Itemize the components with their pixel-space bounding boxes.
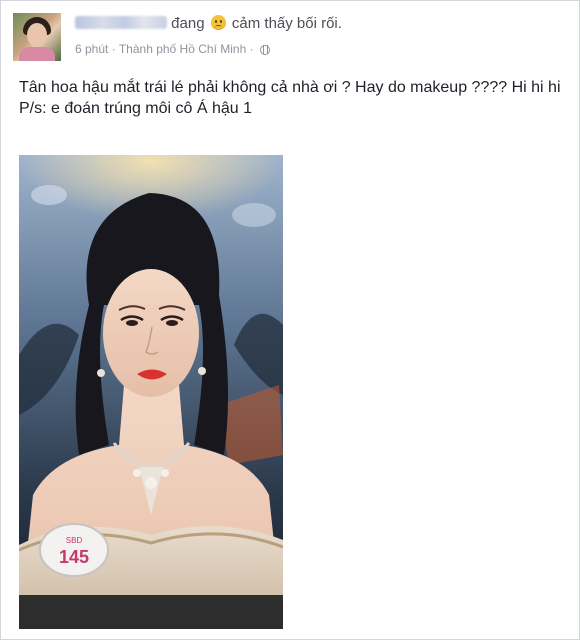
photo-illustration: SBD 145 bbox=[19, 155, 283, 629]
post-meta: 6 phút · Thành phố Hồ Chí Minh · bbox=[75, 42, 270, 56]
meta-separator: · bbox=[111, 42, 116, 56]
author-avatar[interactable] bbox=[13, 13, 61, 61]
sad-face-emoji-icon bbox=[210, 15, 226, 30]
feeling-text[interactable]: cảm thấy bối rối. bbox=[232, 15, 342, 32]
post-photo[interactable]: SBD 145 bbox=[19, 155, 283, 629]
status-word: đang bbox=[171, 15, 205, 32]
author-name-blurred[interactable] bbox=[75, 16, 167, 29]
post-text-line-1: Tân hoa hậu mắt trái lé phải không cả nh… bbox=[19, 79, 561, 96]
sash-number: 145 bbox=[59, 547, 89, 567]
post-time[interactable]: 6 phút bbox=[75, 42, 108, 56]
post-text-line-2: P/s: e đoán trúng môi cô Á hậu 1 bbox=[19, 100, 253, 117]
meta-separator-2: · bbox=[249, 42, 254, 56]
post-text: Tân hoa hậu mắt trái lé phải không cả nh… bbox=[19, 77, 571, 119]
post-location[interactable]: Thành phố Hồ Chí Minh bbox=[119, 42, 246, 56]
post-header: đang cảm thấy bối rối. bbox=[75, 15, 342, 32]
globe-icon[interactable] bbox=[259, 45, 270, 55]
sash-label: SBD bbox=[66, 536, 83, 545]
post-card: đang cảm thấy bối rối. 6 phút · Thành ph… bbox=[0, 0, 580, 640]
